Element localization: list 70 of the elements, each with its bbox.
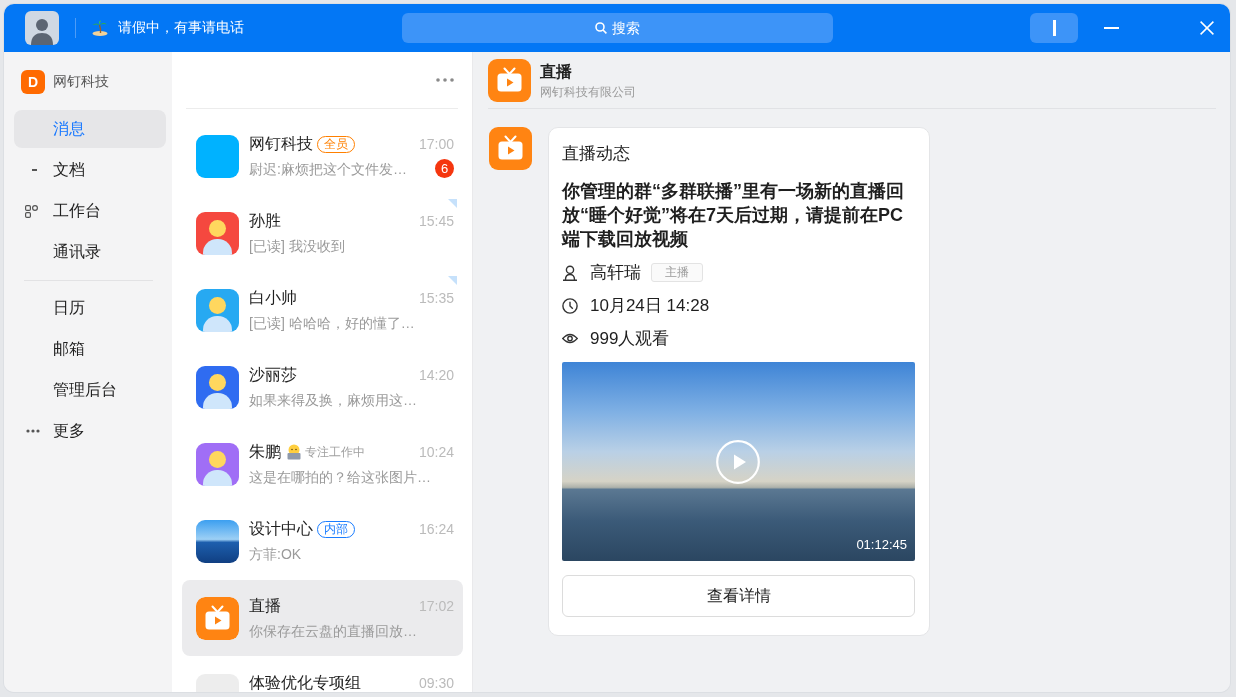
eye-icon	[562, 333, 578, 344]
message-preview: 尉迟:麻烦把这个文件发…	[249, 159, 407, 178]
message-preview: 你保存在云盘的直播回放…	[249, 621, 417, 640]
nav-item[interactable]: 更多	[14, 412, 166, 450]
chat-item[interactable]: 网钉科技 全员 17:00 尉迟:麻烦把这个文件发… 6	[182, 118, 463, 194]
chat-name: 沙丽莎	[249, 366, 297, 384]
chat-time: 15:35	[418, 290, 454, 306]
event-time: 10月24日 14:28	[590, 295, 710, 317]
nav-item[interactable]: 通讯录	[14, 233, 166, 271]
chat-item[interactable]: 设计中心 内部 16:24 方菲:OK	[182, 503, 463, 579]
org-logo: D	[21, 70, 45, 94]
message-preview: [已读] 我没收到	[249, 236, 345, 255]
search-field[interactable]: 搜索	[402, 13, 833, 43]
view-count: 999人观看	[590, 328, 670, 350]
org-name[interactable]: 网钉科技	[53, 73, 109, 91]
chat-item[interactable]: 体验优化专项组 09:30	[182, 657, 463, 692]
chat-title: 直播	[540, 61, 572, 82]
unread-badge: 6	[435, 159, 454, 178]
laptop-face-icon	[286, 444, 302, 460]
message-preview: 如果来得及换，麻烦用这…	[249, 390, 417, 409]
chat-name: 白小帅	[249, 289, 297, 307]
host-name: 高轩瑞	[590, 262, 641, 284]
message-preview: 这是在哪拍的？给这张图片…	[249, 467, 431, 486]
chat-subtitle: 网钉科技有限公司	[540, 83, 636, 100]
nav-item[interactable]: 日历	[14, 289, 166, 327]
chat-item[interactable]: 白小帅 15:35 [已读] 哈哈哈，好的懂了…	[182, 272, 463, 348]
group-photo	[196, 520, 239, 563]
more-icon[interactable]	[436, 78, 454, 82]
vertical-bar-icon	[1052, 20, 1056, 36]
tv-app-icon	[488, 59, 531, 102]
profile-avatar[interactable]	[25, 11, 59, 45]
search-icon	[595, 22, 607, 34]
tv-app-icon	[489, 127, 532, 170]
island-icon	[92, 20, 108, 36]
chat-name: 孙胜	[249, 212, 281, 230]
message-text: 你管理的群“多群联播”里有一场新的直播回放“睡个好觉”将在7天后过期，请提前在PC端下载回放视频	[562, 180, 905, 251]
chat-item[interactable]: 朱鹏 专注工作中 10:24 这是在哪拍的？给这张图片…	[182, 426, 463, 502]
message-preview: 方菲:OK	[249, 544, 302, 563]
chat-item[interactable]: 孙胜 15:45 [已读] 我没收到	[182, 195, 463, 271]
video-duration: 01:12:45	[856, 537, 907, 553]
person-icon	[562, 264, 578, 281]
more-icon	[26, 429, 40, 433]
nav-item[interactable]: 工作台	[14, 192, 166, 230]
chat-time: 17:00	[418, 136, 454, 152]
view-details-button[interactable]: 查看详情	[562, 575, 915, 617]
chat-time: 16:24	[418, 521, 454, 537]
message-preview: [已读] 哈哈哈，好的懂了…	[249, 313, 415, 332]
chat-time: 14:20	[418, 367, 454, 383]
status-text: 专注工作中	[305, 443, 365, 461]
chat-name: 朱鹏	[249, 443, 281, 461]
close-icon[interactable]	[1200, 21, 1214, 35]
chat-time: 15:45	[418, 213, 454, 229]
grid-icon	[25, 204, 38, 218]
chat-name: 网钉科技	[249, 135, 313, 153]
role-tag: 主播	[651, 263, 703, 282]
chat-time: 10:24	[418, 444, 454, 460]
status-text: 请假中，有事请电话	[118, 19, 244, 37]
chat-item[interactable]: 沙丽莎 14:20 如果来得及换，麻烦用这…	[182, 349, 463, 425]
nav-item[interactable]: 管理后台	[14, 371, 166, 409]
clock-icon	[562, 297, 578, 314]
nav-item[interactable]: 邮箱	[14, 330, 166, 368]
chat-time: 09:30	[418, 675, 454, 691]
panel-button[interactable]	[1030, 13, 1078, 43]
chat-name: 直播	[249, 597, 281, 615]
card-title: 直播动态	[562, 143, 631, 165]
dash-icon	[32, 169, 37, 171]
chat-name: 设计中心	[249, 520, 313, 538]
nav-item[interactable]: 文档	[14, 151, 166, 189]
tv-app-icon	[196, 597, 239, 640]
chat-name: 体验优化专项组	[249, 674, 361, 692]
